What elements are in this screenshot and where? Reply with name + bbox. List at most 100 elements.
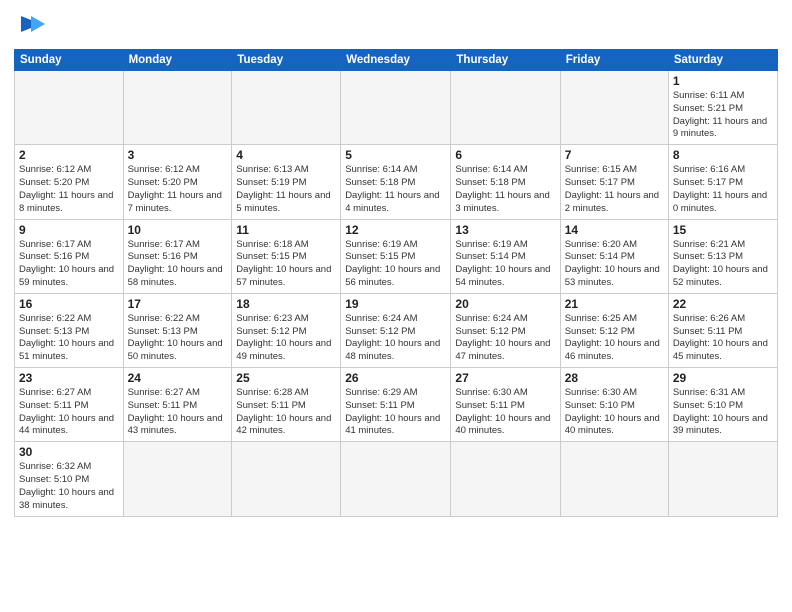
calendar-header-saturday: Saturday: [668, 50, 777, 71]
day-number: 12: [345, 223, 446, 237]
calendar-cell-1-1: 3Sunrise: 6:12 AM Sunset: 5:20 PM Daylig…: [123, 145, 232, 219]
day-info: Sunrise: 6:31 AM Sunset: 5:10 PM Dayligh…: [673, 387, 773, 438]
calendar-cell-3-2: 18 Sunrise: 6:23 AM Sunset: 5:12 PM Dayli…: [232, 293, 341, 367]
calendar-cell-2-0: 9 Sunrise: 6:17 AM Sunset: 5:16 PM Daylig…: [15, 219, 124, 293]
day-number: 6: [455, 148, 555, 162]
day-number: 29: [673, 371, 773, 385]
day-info: Sunrise: 6:12 AM Sunset: 5:20 PM Dayligh…: [19, 164, 119, 215]
day-number: 13: [455, 223, 555, 237]
calendar-header-tuesday: Tuesday: [232, 50, 341, 71]
calendar: SundayMondayTuesdayWednesdayThursdayFrid…: [14, 49, 778, 517]
logo-area: [14, 10, 45, 43]
day-info: Sunrise: 6:30 AM Sunset: 5:10 PM Dayligh…: [565, 387, 664, 438]
day-number: 7: [565, 148, 664, 162]
day-info: Sunrise: 6:17 AM Sunset: 5:16 PM Dayligh…: [19, 239, 119, 290]
calendar-week-2: 9 Sunrise: 6:17 AM Sunset: 5:16 PM Daylig…: [15, 219, 778, 293]
calendar-week-3: 16 Sunrise: 6:22 AM Sunset: 5:13 PM Dayli…: [15, 293, 778, 367]
calendar-cell-0-3: [341, 71, 451, 145]
day-info: Sunrise: 6:25 AM Sunset: 5:12 PM Dayligh…: [565, 313, 664, 364]
day-info: Sunrise: 6:17 AM Sunset: 5:16 PM Dayligh…: [128, 239, 228, 290]
calendar-cell-3-0: 16 Sunrise: 6:22 AM Sunset: 5:13 PM Dayli…: [15, 293, 124, 367]
day-info: Sunrise: 6:27 AM Sunset: 5:11 PM Dayligh…: [128, 387, 228, 438]
calendar-cell-0-4: [451, 71, 560, 145]
calendar-header-monday: Monday: [123, 50, 232, 71]
calendar-week-4: 23 Sunrise: 6:27 AM Sunset: 5:11 PM Dayli…: [15, 368, 778, 442]
day-info: Sunrise: 6:23 AM Sunset: 5:12 PM Dayligh…: [236, 313, 336, 364]
day-info: Sunrise: 6:28 AM Sunset: 5:11 PM Dayligh…: [236, 387, 336, 438]
day-number: 4: [236, 148, 336, 162]
calendar-week-5: 30 Sunrise: 6:32 AM Sunset: 5:10 PM Dayli…: [15, 442, 778, 516]
calendar-cell-2-4: 13 Sunrise: 6:19 AM Sunset: 5:14 PM Dayli…: [451, 219, 560, 293]
day-number: 3: [128, 148, 228, 162]
day-info: Sunrise: 6:20 AM Sunset: 5:14 PM Dayligh…: [565, 239, 664, 290]
calendar-cell-5-4: [451, 442, 560, 516]
day-info: Sunrise: 6:29 AM Sunset: 5:11 PM Dayligh…: [345, 387, 446, 438]
calendar-cell-2-6: 15 Sunrise: 6:21 AM Sunset: 5:13 PM Dayli…: [668, 219, 777, 293]
day-info: Sunrise: 6:22 AM Sunset: 5:13 PM Dayligh…: [19, 313, 119, 364]
calendar-header-friday: Friday: [560, 50, 668, 71]
day-number: 30: [19, 445, 119, 459]
calendar-week-0: 1Sunrise: 6:11 AM Sunset: 5:21 PM Daylig…: [15, 71, 778, 145]
calendar-cell-5-0: 30 Sunrise: 6:32 AM Sunset: 5:10 PM Dayli…: [15, 442, 124, 516]
calendar-cell-1-6: 8Sunrise: 6:16 AM Sunset: 5:17 PM Daylig…: [668, 145, 777, 219]
day-info: Sunrise: 6:22 AM Sunset: 5:13 PM Dayligh…: [128, 313, 228, 364]
calendar-cell-1-0: 2 Sunrise: 6:12 AM Sunset: 5:20 PM Daylig…: [15, 145, 124, 219]
calendar-cell-3-1: 17 Sunrise: 6:22 AM Sunset: 5:13 PM Dayli…: [123, 293, 232, 367]
day-info: Sunrise: 6:32 AM Sunset: 5:10 PM Dayligh…: [19, 461, 119, 512]
day-info: Sunrise: 6:19 AM Sunset: 5:14 PM Dayligh…: [455, 239, 555, 290]
day-number: 23: [19, 371, 119, 385]
day-info: Sunrise: 6:27 AM Sunset: 5:11 PM Dayligh…: [19, 387, 119, 438]
day-number: 15: [673, 223, 773, 237]
day-info: Sunrise: 6:24 AM Sunset: 5:12 PM Dayligh…: [345, 313, 446, 364]
day-info: Sunrise: 6:13 AM Sunset: 5:19 PM Dayligh…: [236, 164, 336, 215]
calendar-week-1: 2 Sunrise: 6:12 AM Sunset: 5:20 PM Daylig…: [15, 145, 778, 219]
day-info: Sunrise: 6:14 AM Sunset: 5:18 PM Dayligh…: [455, 164, 555, 215]
calendar-cell-4-1: 24Sunrise: 6:27 AM Sunset: 5:11 PM Dayli…: [123, 368, 232, 442]
day-number: 21: [565, 297, 664, 311]
logo: [14, 10, 45, 43]
day-number: 26: [345, 371, 446, 385]
logo-icon: [17, 10, 45, 38]
day-info: Sunrise: 6:21 AM Sunset: 5:13 PM Dayligh…: [673, 239, 773, 290]
calendar-cell-5-5: [560, 442, 668, 516]
day-info: Sunrise: 6:11 AM Sunset: 5:21 PM Dayligh…: [673, 90, 773, 141]
day-number: 18: [236, 297, 336, 311]
day-info: Sunrise: 6:15 AM Sunset: 5:17 PM Dayligh…: [565, 164, 664, 215]
calendar-cell-2-1: 10Sunrise: 6:17 AM Sunset: 5:16 PM Dayli…: [123, 219, 232, 293]
day-info: Sunrise: 6:30 AM Sunset: 5:11 PM Dayligh…: [455, 387, 555, 438]
calendar-header-sunday: Sunday: [15, 50, 124, 71]
day-info: Sunrise: 6:18 AM Sunset: 5:15 PM Dayligh…: [236, 239, 336, 290]
day-info: Sunrise: 6:26 AM Sunset: 5:11 PM Dayligh…: [673, 313, 773, 364]
day-number: 25: [236, 371, 336, 385]
day-number: 20: [455, 297, 555, 311]
calendar-cell-4-3: 26 Sunrise: 6:29 AM Sunset: 5:11 PM Dayli…: [341, 368, 451, 442]
calendar-cell-4-2: 25 Sunrise: 6:28 AM Sunset: 5:11 PM Dayli…: [232, 368, 341, 442]
calendar-cell-2-5: 14Sunrise: 6:20 AM Sunset: 5:14 PM Dayli…: [560, 219, 668, 293]
calendar-cell-4-0: 23 Sunrise: 6:27 AM Sunset: 5:11 PM Dayli…: [15, 368, 124, 442]
day-info: Sunrise: 6:14 AM Sunset: 5:18 PM Dayligh…: [345, 164, 446, 215]
day-number: 2: [19, 148, 119, 162]
calendar-cell-4-5: 28Sunrise: 6:30 AM Sunset: 5:10 PM Dayli…: [560, 368, 668, 442]
header: [14, 10, 778, 43]
calendar-cell-0-0: [15, 71, 124, 145]
day-number: 22: [673, 297, 773, 311]
day-number: 17: [128, 297, 228, 311]
calendar-header-thursday: Thursday: [451, 50, 560, 71]
calendar-header-wednesday: Wednesday: [341, 50, 451, 71]
day-number: 11: [236, 223, 336, 237]
day-number: 9: [19, 223, 119, 237]
calendar-cell-4-4: 27 Sunrise: 6:30 AM Sunset: 5:11 PM Dayli…: [451, 368, 560, 442]
calendar-cell-1-5: 7 Sunrise: 6:15 AM Sunset: 5:17 PM Daylig…: [560, 145, 668, 219]
day-number: 27: [455, 371, 555, 385]
day-number: 16: [19, 297, 119, 311]
calendar-cell-0-1: [123, 71, 232, 145]
calendar-cell-3-5: 21 Sunrise: 6:25 AM Sunset: 5:12 PM Dayli…: [560, 293, 668, 367]
calendar-cell-3-3: 19Sunrise: 6:24 AM Sunset: 5:12 PM Dayli…: [341, 293, 451, 367]
calendar-cell-1-4: 6 Sunrise: 6:14 AM Sunset: 5:18 PM Daylig…: [451, 145, 560, 219]
calendar-cell-5-1: [123, 442, 232, 516]
day-number: 5: [345, 148, 446, 162]
page: SundayMondayTuesdayWednesdayThursdayFrid…: [0, 0, 792, 612]
calendar-cell-3-6: 22 Sunrise: 6:26 AM Sunset: 5:11 PM Dayli…: [668, 293, 777, 367]
calendar-cell-5-3: [341, 442, 451, 516]
calendar-cell-5-2: [232, 442, 341, 516]
